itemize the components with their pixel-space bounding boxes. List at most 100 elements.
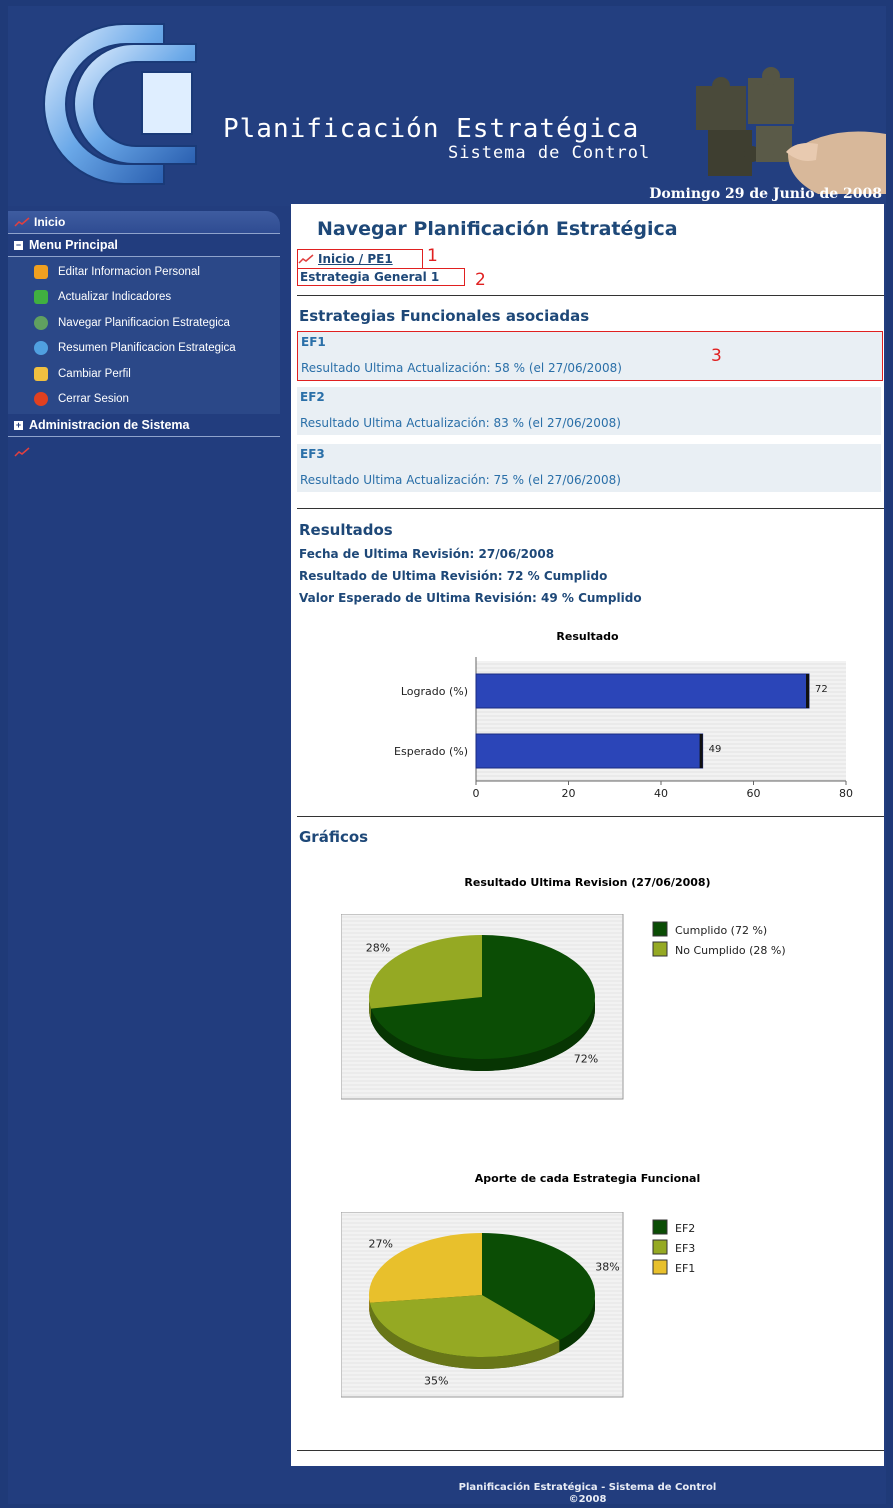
line-chart-icon	[298, 254, 314, 264]
sidebar-menu-principal[interactable]: − Menu Principal	[8, 234, 280, 257]
category-label: Esperado (%)	[394, 745, 468, 758]
sidebar-inicio[interactable]: Inicio	[8, 211, 280, 234]
divider	[297, 508, 884, 509]
expand-icon: +	[14, 419, 23, 430]
tick-label: 20	[562, 787, 576, 800]
footer-line1: Planificación Estratégica - Sistema de C…	[458, 1482, 717, 1493]
ef-item[interactable]: EF1 Resultado Ultima Actualización: 58 %…	[297, 331, 883, 381]
resultados-heading: Resultados	[299, 521, 393, 539]
sidebar-item-actualizar-indicadores[interactable]: Actualizar Indicadores	[8, 285, 280, 311]
app-subtitle: Sistema de Control	[448, 143, 651, 163]
annotation-1: 1	[427, 246, 438, 266]
strategy-link[interactable]: Estrategia General 1	[297, 268, 465, 286]
legend-swatch	[652, 941, 668, 957]
breadcrumb-link[interactable]: Inicio / PE1	[318, 252, 393, 266]
divider	[297, 1450, 884, 1451]
sidebar-menu-list: Editar Informacion Personal Actualizar I…	[8, 257, 280, 414]
sidebar-item-label: Cambiar Perfil	[58, 367, 131, 380]
power-icon	[34, 392, 48, 407]
sidebar-item-editar-informacion[interactable]: Editar Informacion Personal	[8, 259, 280, 285]
slice-label: 38%	[595, 1260, 619, 1273]
footer: Planificación Estratégica - Sistema de C…	[291, 1482, 884, 1506]
tick-label: 80	[839, 787, 853, 800]
pie-chart-aporte: 38% 35% 27% EF2 EF3 EF1	[341, 1212, 695, 1398]
annotation-3: 3	[711, 346, 722, 366]
ef-result: Resultado Ultima Actualización: 83 % (el…	[300, 416, 621, 430]
ef-item[interactable]: EF3 Resultado Ultima Actualización: 75 %…	[297, 444, 881, 492]
divider	[297, 816, 884, 817]
sidebar-item-label: Cerrar Sesion	[58, 393, 129, 406]
bar	[475, 733, 704, 769]
ef-item[interactable]: EF2 Resultado Ultima Actualización: 83 %…	[297, 387, 881, 435]
legend-swatch	[652, 1219, 668, 1235]
logo-icon	[43, 23, 197, 185]
legend-label: EF1	[675, 1262, 695, 1275]
divider	[297, 295, 884, 296]
pie1-title: Resultado Ultima Revision (27/06/2008)	[464, 876, 711, 889]
legend-label: EF2	[675, 1222, 695, 1235]
sidebar-inicio-label: Inicio	[34, 215, 66, 229]
main-content: Navegar Planificación Estratégica Inicio…	[291, 204, 884, 1466]
legend-swatch	[652, 921, 668, 937]
ef-name[interactable]: EF2	[300, 390, 325, 404]
category-label: Logrado (%)	[401, 685, 468, 698]
pie-icon	[34, 341, 48, 356]
esperado-revision: Valor Esperado de Ultima Revisión: 49 % …	[299, 591, 642, 605]
ef-result: Resultado Ultima Actualización: 58 % (el…	[301, 361, 622, 375]
tick-label: 0	[473, 787, 480, 800]
current-date: Domingo 29 de Junio de 2008	[649, 186, 882, 202]
legend-swatch	[652, 1259, 668, 1275]
annotation-2: 2	[475, 270, 486, 290]
graficos-heading: Gráficos	[299, 828, 369, 846]
fecha-revision: Fecha de Ultima Revisión: 27/06/2008	[299, 547, 555, 561]
legend-label: No Cumplido (28 %)	[675, 944, 786, 957]
footer-line2: ©2008	[568, 1494, 607, 1505]
ef-name[interactable]: EF3	[300, 447, 325, 461]
ef-result: Resultado Ultima Actualización: 75 % (el…	[300, 473, 621, 487]
pie2-title: Aporte de cada Estrategia Funcional	[474, 1172, 701, 1185]
line-chart-icon	[14, 447, 30, 457]
legend-swatch	[652, 1239, 668, 1255]
sidebar-item-label: Resumen Planificacion Estrategica	[58, 342, 236, 355]
sidebar-footer	[8, 437, 280, 468]
bar-chart-title: Resultado	[556, 630, 619, 643]
sidebar-administracion[interactable]: + Administracion de Sistema	[8, 414, 280, 437]
bar-chart: Logrado (%) 72 Esperado (%) 49 0 20 40 60 80	[394, 657, 853, 800]
legend-label: EF3	[675, 1242, 695, 1255]
bar-edge	[806, 674, 809, 708]
pie-chart-resultado: 72% 28% Cumplido (72 %) No Cumplido (28 %)	[341, 914, 786, 1100]
tick-label: 60	[747, 787, 761, 800]
folder-user-icon	[34, 366, 48, 381]
bar-edge	[699, 734, 703, 768]
page-title: Navegar Planificación Estratégica	[317, 218, 678, 240]
puzzle-hand-image	[696, 67, 886, 194]
data-label: 72	[815, 684, 828, 695]
header-banner: Planificación Estratégica Sistema de Con…	[8, 6, 886, 206]
breadcrumb[interactable]: Inicio / PE1	[297, 249, 423, 269]
app-title: Planificación Estratégica	[223, 114, 640, 144]
line-chart-icon	[14, 217, 30, 227]
resultado-revision: Resultado de Ultima Revisión: 72 % Cumpl…	[299, 569, 608, 583]
edit-user-icon	[34, 264, 48, 279]
slice-label: 72%	[574, 1053, 598, 1066]
data-label: 49	[709, 744, 722, 755]
page: Planificación Estratégica Sistema de Con…	[8, 6, 886, 1506]
sidebar-item-cerrar-sesion[interactable]: Cerrar Sesion	[8, 387, 280, 413]
collapse-icon: −	[14, 239, 23, 250]
globe-icon	[34, 315, 48, 330]
administracion-label: Administracion de Sistema	[29, 418, 190, 432]
sidebar-item-resumen-planificacion[interactable]: Resumen Planificacion Estrategica	[8, 336, 280, 362]
sidebar-item-label: Editar Informacion Personal	[58, 265, 200, 278]
sidebar: Inicio − Menu Principal Editar Informaci…	[8, 211, 280, 468]
ef-name[interactable]: EF1	[301, 335, 326, 349]
bar	[475, 673, 810, 709]
slice-label: 27%	[369, 1237, 393, 1250]
sidebar-item-label: Actualizar Indicadores	[58, 291, 172, 304]
slice-label: 28%	[366, 941, 390, 954]
legend-label: Cumplido (72 %)	[675, 924, 767, 937]
ef-heading: Estrategias Funcionales asociadas	[299, 307, 590, 325]
tick-label: 40	[654, 787, 668, 800]
sidebar-item-cambiar-perfil[interactable]: Cambiar Perfil	[8, 361, 280, 387]
sidebar-item-navegar-planificacion[interactable]: Navegar Planificacion Estrategica	[8, 310, 280, 336]
menu-principal-label: Menu Principal	[29, 238, 118, 252]
